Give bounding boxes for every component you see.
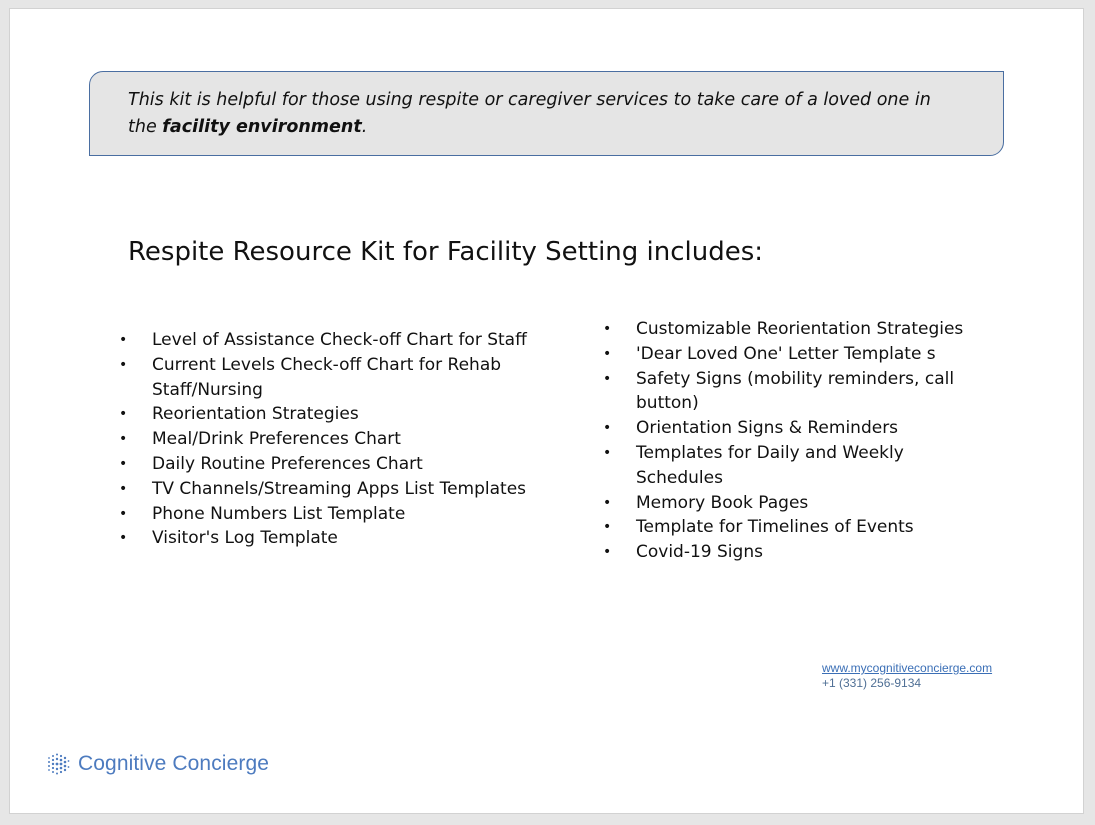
list-item: Meal/Drink Preferences Chart bbox=[119, 427, 539, 452]
phone-number: +1 (331) 256-9134 bbox=[822, 676, 922, 690]
list-item: Templates for Daily and Weekly Schedules bbox=[603, 441, 993, 491]
dot-grid-logo-icon bbox=[48, 753, 70, 775]
list-item: Safety Signs (mobility reminders, call b… bbox=[603, 367, 993, 417]
left-item-list: Level of Assistance Check-off Chart for … bbox=[119, 328, 539, 551]
list-item: Current Levels Check-off Chart for Rehab… bbox=[119, 353, 539, 403]
intro-callout: This kit is helpful for those using resp… bbox=[89, 71, 1004, 156]
list-item: Level of Assistance Check-off Chart for … bbox=[119, 328, 539, 353]
list-item: Customizable Reorientation Strategies bbox=[603, 317, 993, 342]
list-item: Daily Routine Preferences Chart bbox=[119, 452, 539, 477]
list-item: Reorientation Strategies bbox=[119, 402, 539, 427]
right-item-list: Customizable Reorientation Strategies 'D… bbox=[603, 317, 993, 565]
callout-text-end: . bbox=[361, 117, 368, 137]
list-item: Orientation Signs & Reminders bbox=[603, 416, 993, 441]
callout-bold-text: facility environment bbox=[162, 117, 362, 137]
kit-title: Respite Resource Kit for Facility Settin… bbox=[128, 237, 764, 267]
list-item: Phone Numbers List Template bbox=[119, 502, 539, 527]
list-item: Visitor's Log Template bbox=[119, 526, 539, 551]
slide: This kit is helpful for those using resp… bbox=[9, 8, 1084, 814]
website-link[interactable]: www.mycognitiveconcierge.com bbox=[822, 661, 992, 675]
brand-logo: Cognitive Concierge bbox=[46, 752, 269, 776]
list-item: 'Dear Loved One' Letter Template s bbox=[603, 342, 993, 367]
list-item: TV Channels/Streaming Apps List Template… bbox=[119, 477, 539, 502]
contact-info: www.mycognitiveconcierge.com +1 (331) 25… bbox=[822, 661, 992, 691]
list-item: Memory Book Pages bbox=[603, 491, 993, 516]
list-item: Template for Timelines of Events bbox=[603, 515, 993, 540]
list-item: Covid-19 Signs bbox=[603, 540, 993, 565]
brand-name: Cognitive Concierge bbox=[78, 752, 270, 775]
